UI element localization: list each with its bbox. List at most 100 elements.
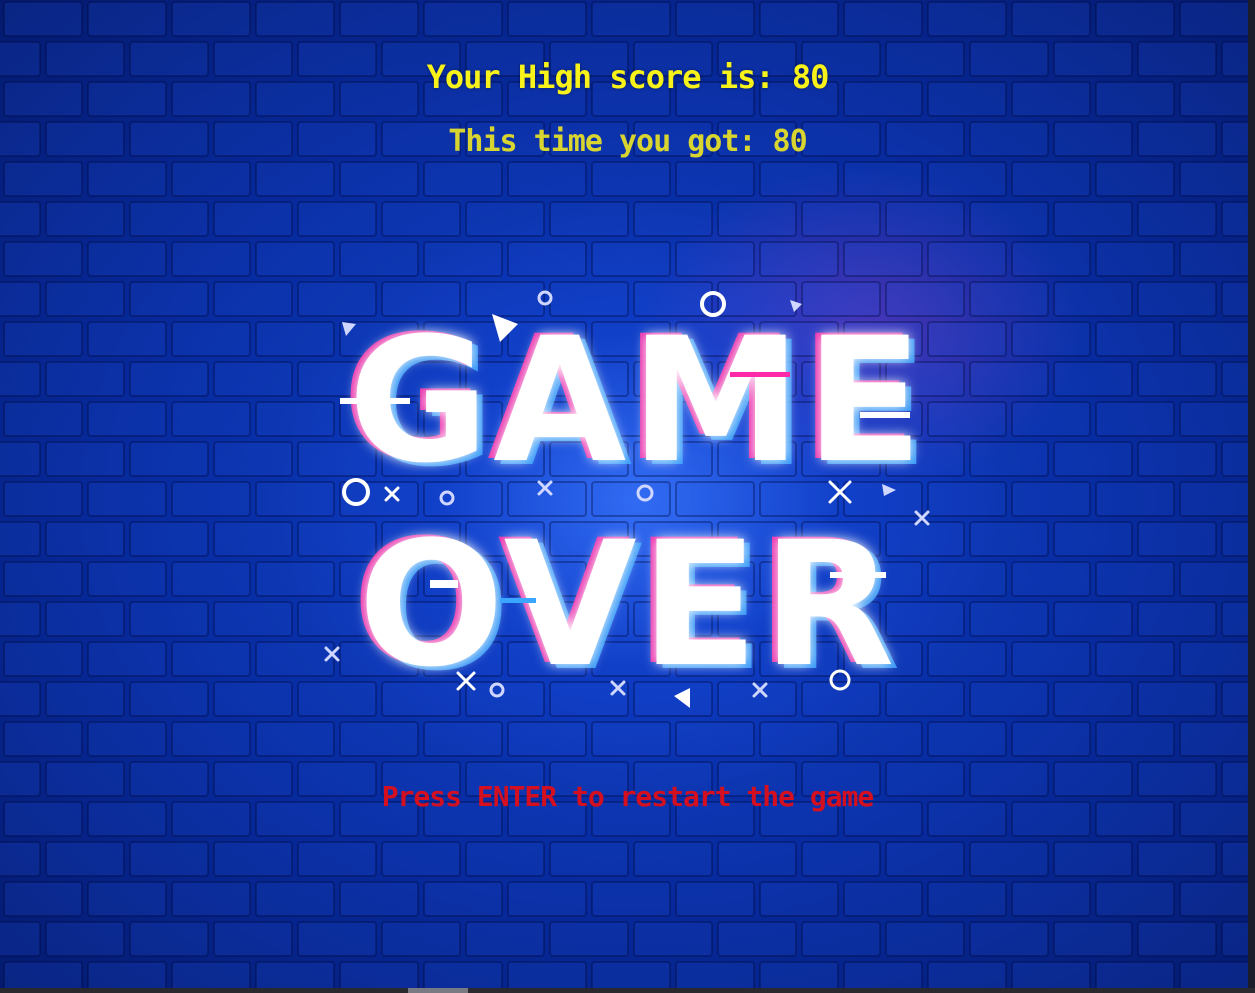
brick [1137, 441, 1217, 477]
brick [87, 1, 167, 37]
brick [801, 841, 881, 877]
brick [591, 241, 671, 277]
brick [927, 881, 1007, 917]
brick [1179, 1, 1255, 37]
brick [927, 721, 1007, 757]
brick [1011, 641, 1091, 677]
brick [759, 1, 839, 37]
brick [0, 281, 41, 317]
brick [0, 681, 41, 717]
brick [843, 161, 923, 197]
brick [507, 881, 587, 917]
brick [633, 201, 713, 237]
brick [213, 441, 293, 477]
brick [255, 161, 335, 197]
brick [759, 161, 839, 197]
brick [213, 201, 293, 237]
brick [171, 401, 251, 437]
title-game-text: GAME [348, 300, 927, 501]
game-over-screen: Your High score is: 80 This time you got… [0, 0, 1255, 993]
brick [129, 601, 209, 637]
brick [3, 721, 83, 757]
brick [213, 281, 293, 317]
brick [507, 721, 587, 757]
brick [1053, 201, 1133, 237]
brick [129, 521, 209, 557]
brick [759, 241, 839, 277]
brick [339, 161, 419, 197]
brick [255, 241, 335, 277]
brick [1137, 921, 1217, 957]
brick [1179, 161, 1255, 197]
brick [1095, 561, 1175, 597]
brick [339, 241, 419, 277]
brick [171, 321, 251, 357]
brick [0, 521, 41, 557]
brick [1011, 161, 1091, 197]
brick [675, 721, 755, 757]
brick [3, 881, 83, 917]
brick [843, 881, 923, 917]
brick [717, 201, 797, 237]
brick [633, 921, 713, 957]
brick [1011, 721, 1091, 757]
brick [885, 201, 965, 237]
brick [129, 921, 209, 957]
brick [297, 921, 377, 957]
brick [1053, 601, 1133, 637]
brick [0, 841, 41, 877]
brick [1095, 881, 1175, 917]
brick [381, 201, 461, 237]
brick [843, 1, 923, 37]
brick [1179, 561, 1255, 597]
brick [255, 1, 335, 37]
brick [171, 161, 251, 197]
brick [549, 201, 629, 237]
brick [423, 241, 503, 277]
brick [1137, 841, 1217, 877]
brick [801, 921, 881, 957]
brick [759, 881, 839, 917]
glitch-slice [430, 580, 458, 588]
brick [87, 161, 167, 197]
brick [87, 561, 167, 597]
current-score-label: This time you got: 80 [448, 124, 807, 159]
horizontal-scrollbar[interactable] [0, 988, 1255, 993]
brick [87, 721, 167, 757]
brick [1137, 281, 1217, 317]
brick [381, 841, 461, 877]
brick [339, 881, 419, 917]
brick [969, 521, 1049, 557]
brick [171, 1, 251, 37]
brick [45, 841, 125, 877]
brick [213, 921, 293, 957]
restart-hint-label: Press ENTER to restart the game [381, 780, 875, 813]
brick [45, 521, 125, 557]
brick [171, 721, 251, 757]
brick [1095, 1, 1175, 37]
brick [213, 601, 293, 637]
brick [129, 201, 209, 237]
brick [969, 201, 1049, 237]
brick [885, 921, 965, 957]
glitch-slice [830, 572, 886, 578]
brick [1053, 681, 1133, 717]
brick [381, 921, 461, 957]
brick [1011, 401, 1091, 437]
brick [717, 921, 797, 957]
brick [465, 921, 545, 957]
brick [1011, 241, 1091, 277]
brick [1011, 481, 1091, 517]
brick [1011, 1, 1091, 37]
brick [675, 1, 755, 37]
brick [591, 161, 671, 197]
glitch-slice [340, 398, 410, 404]
brick [1137, 361, 1217, 397]
brick [1095, 401, 1175, 437]
horizontal-scrollbar-thumb[interactable] [408, 988, 468, 993]
brick [1053, 921, 1133, 957]
brick [591, 721, 671, 757]
brick [45, 361, 125, 397]
brick [213, 681, 293, 717]
brick [675, 241, 755, 277]
